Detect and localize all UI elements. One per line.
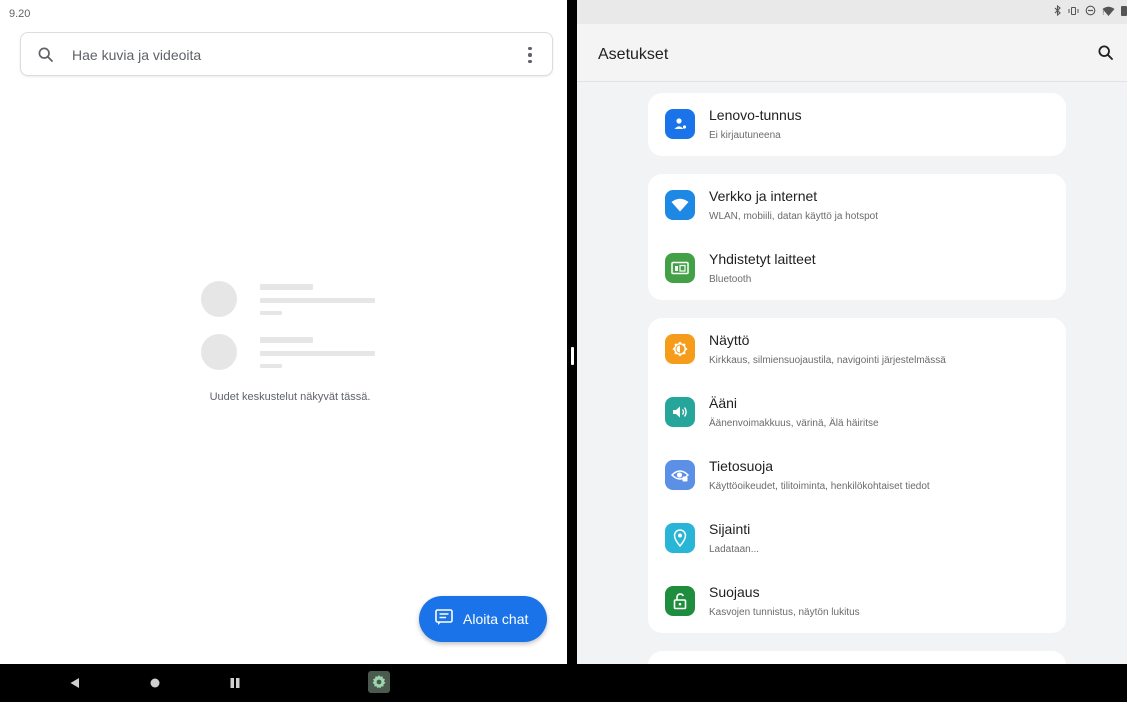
settings-group-account: Lenovo-tunnus Ei kirjautuneena <box>648 93 1066 156</box>
brightness-icon <box>665 334 695 364</box>
settings-item-subtitle: Käyttöoikeudet, tilitoiminta, henkilökoh… <box>709 481 930 492</box>
wifi-icon: ! <box>1102 6 1115 19</box>
placeholder-line <box>260 311 282 315</box>
settings-pane: ! Asetukset Lenovo-tunnus Ei kirjautunee… <box>577 0 1127 664</box>
recents-icon[interactable] <box>215 664 255 702</box>
settings-item-subtitle: Bluetooth <box>709 274 752 285</box>
search-icon <box>37 46 55 64</box>
placeholder-line <box>260 284 313 290</box>
settings-item-display[interactable]: Näyttö Kirkkaus, silmiensuojaustila, nav… <box>648 320 1066 380</box>
empty-state-text: Uudet keskustelut näkyvät tässä. <box>209 391 371 403</box>
page-title: Asetukset <box>598 46 669 63</box>
start-chat-button[interactable]: Aloita chat <box>419 596 547 642</box>
search-input[interactable]: Hae kuvia ja videoita <box>72 47 201 63</box>
settings-item-location[interactable]: Sijainti Ladataan... <box>648 509 1066 569</box>
status-bar: ! <box>577 0 1127 24</box>
settings-icon[interactable] <box>368 671 390 693</box>
settings-group-device: Näyttö Kirkkaus, silmiensuojaustila, nav… <box>648 318 1066 633</box>
divider-handle[interactable] <box>570 347 574 365</box>
settings-item-title: Ääni <box>709 395 738 411</box>
location-icon <box>665 523 695 553</box>
settings-item-title: Lenovo-tunnus <box>709 107 802 123</box>
placeholder-avatar <box>201 334 237 370</box>
search-icon[interactable] <box>1097 44 1115 62</box>
privacy-icon <box>665 460 695 490</box>
settings-item-title: Yhdistetyt laitteet <box>709 251 816 267</box>
placeholder-line <box>260 298 375 303</box>
settings-item-subtitle: Kasvojen tunnistus, näytön lukitus <box>709 607 860 618</box>
back-icon[interactable] <box>55 664 95 702</box>
settings-item-title: Verkko ja internet <box>709 188 818 204</box>
home-icon[interactable] <box>135 664 175 702</box>
settings-app-bar: Asetukset <box>577 24 1127 82</box>
settings-item-title: Tietosuoja <box>709 458 774 474</box>
wifi-icon <box>665 190 695 220</box>
volume-icon <box>665 397 695 427</box>
settings-item-security[interactable]: Suojaus Kasvojen tunnistus, näytön lukit… <box>648 572 1066 632</box>
settings-item-network[interactable]: Verkko ja internet WLAN, mobiili, datan … <box>648 176 1066 236</box>
placeholder-avatar <box>201 281 237 317</box>
settings-item-title: Näyttö <box>709 332 750 348</box>
status-icons: ! <box>1054 4 1127 19</box>
battery-icon <box>1121 5 1127 19</box>
search-bar[interactable]: Hae kuvia ja videoita <box>20 32 553 76</box>
more-vert-icon[interactable] <box>520 44 540 66</box>
settings-item-subtitle: WLAN, mobiili, datan käyttö ja hotspot <box>709 211 878 222</box>
settings-item-privacy[interactable]: Tietosuoja Käyttöoikeudet, tilitoiminta,… <box>648 446 1066 506</box>
split-screen-divider[interactable] <box>567 0 577 664</box>
navigation-bar <box>0 664 1127 702</box>
settings-group-more <box>648 651 1066 664</box>
settings-item-title: Sijainti <box>709 521 751 537</box>
placeholder-line <box>260 364 282 368</box>
settings-item-subtitle: Ladataan... <box>709 544 760 555</box>
devices-icon <box>665 253 695 283</box>
settings-item-connected-devices[interactable]: Yhdistetyt laitteet Bluetooth <box>648 239 1066 299</box>
settings-item-title: Suojaus <box>709 584 760 600</box>
status-time: 9.20 <box>9 8 31 20</box>
settings-item-lenovo-id[interactable]: Lenovo-tunnus Ei kirjautuneena <box>648 95 1066 155</box>
account-icon <box>665 109 695 139</box>
chat-icon <box>435 608 453 630</box>
start-chat-label: Aloita chat <box>463 611 529 627</box>
bluetooth-icon <box>1054 4 1062 19</box>
settings-item-subtitle: Kirkkaus, silmiensuojaustila, navigointi… <box>709 355 946 366</box>
vibrate-icon <box>1068 6 1079 19</box>
dnd-icon <box>1085 5 1096 19</box>
settings-item-subtitle: Ei kirjautuneena <box>709 130 781 141</box>
lock-icon <box>665 586 695 616</box>
settings-item-sound[interactable]: Ääni Äänenvoimakkuus, värinä, Älä häirit… <box>648 383 1066 443</box>
placeholder-line <box>260 351 375 356</box>
messages-pane: 9.20 Hae kuvia ja videoita Uudet keskust… <box>0 0 567 664</box>
settings-item-subtitle: Äänenvoimakkuus, värinä, Älä häiritse <box>709 418 879 429</box>
settings-group-connectivity: Verkko ja internet WLAN, mobiili, datan … <box>648 174 1066 300</box>
svg-text:!: ! <box>1102 10 1104 16</box>
placeholder-line <box>260 337 313 343</box>
